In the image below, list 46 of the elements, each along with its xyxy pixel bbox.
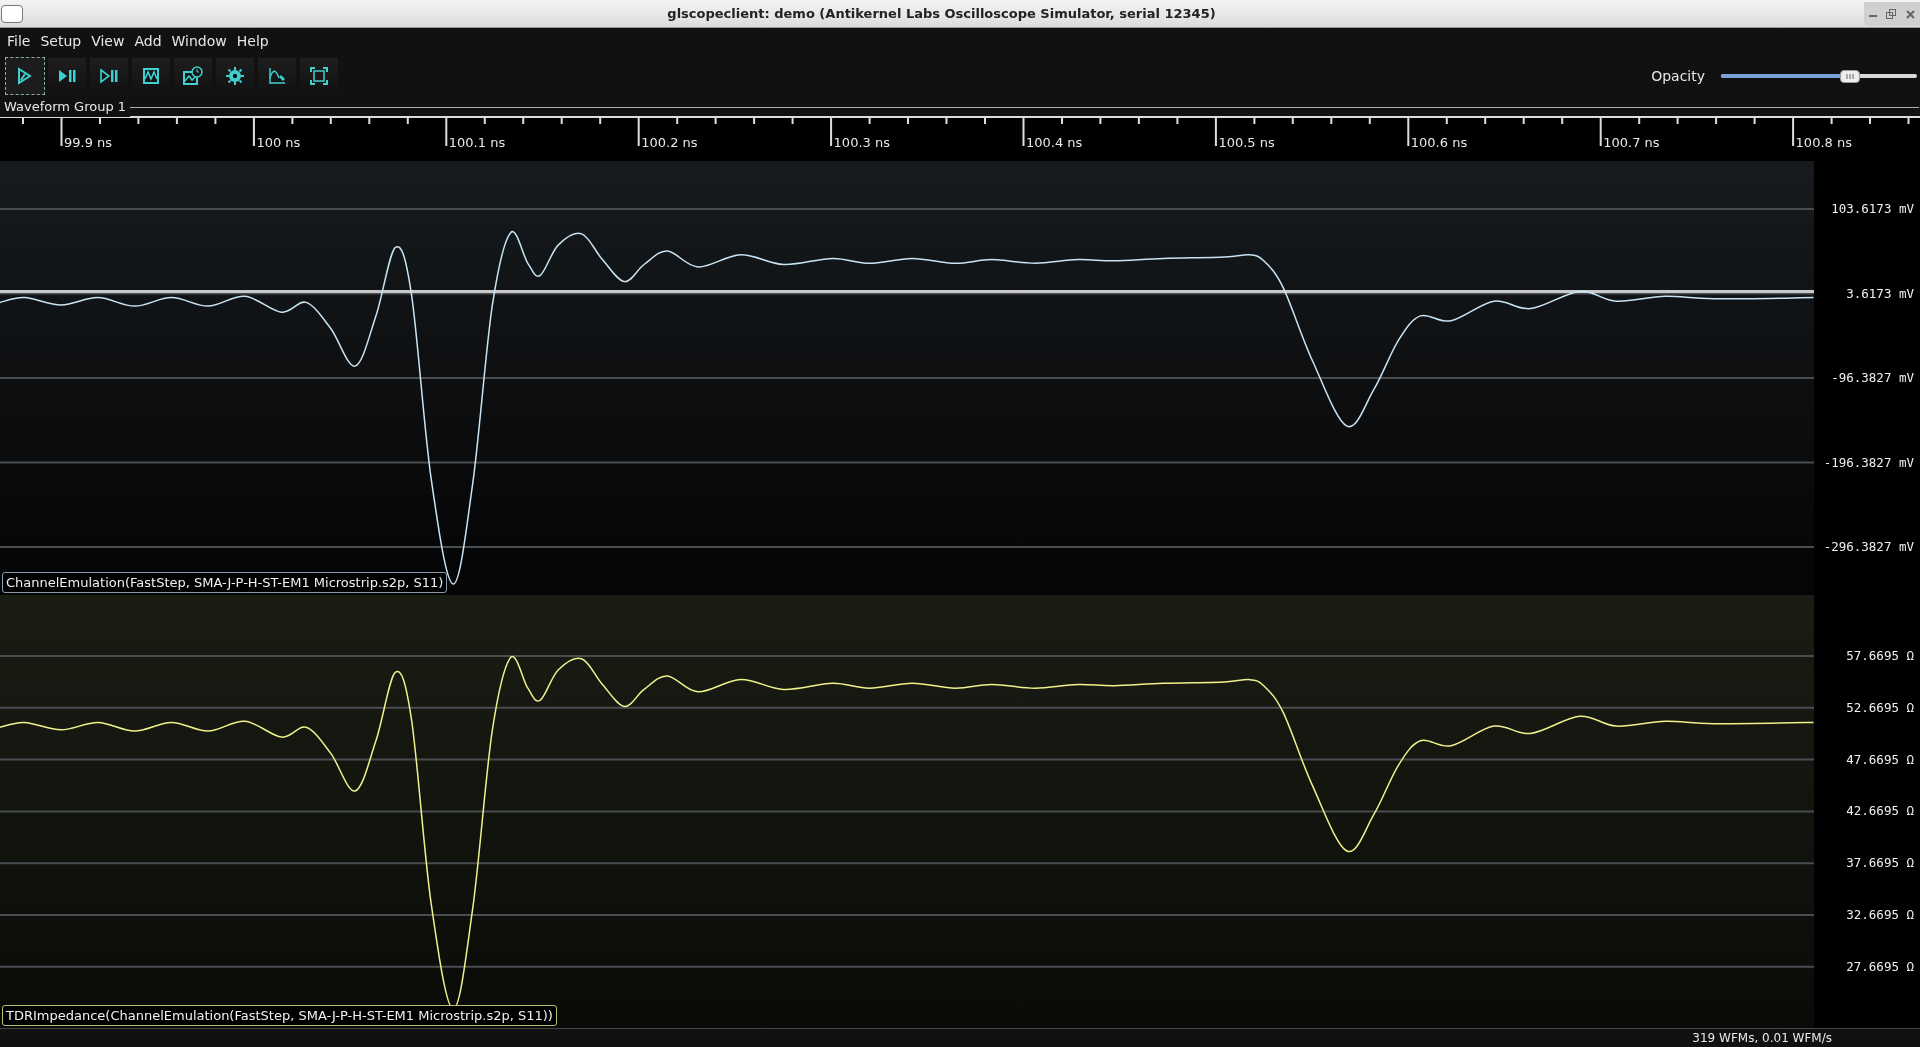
axis-label: -96.3827 mV	[1831, 370, 1914, 386]
window-icon	[1, 4, 23, 23]
time-label: 100.4 ns	[1026, 134, 1083, 152]
status-text: 319 WFMs, 0.01 WFM/s	[1692, 1030, 1832, 1047]
window-title: glscopeclient: demo (Antikernel Labs Oscilloscope Simulator, serial 12345)	[667, 4, 1216, 23]
trace-label[interactable]: TDRImpedance(ChannelEmulation(FastStep, SMA-J-P-H-ST-EM1 Microstrip.s2p, S11))	[2, 1005, 557, 1026]
time-label: 100.5 ns	[1218, 134, 1275, 152]
menu-item[interactable]: View	[86, 30, 130, 52]
time-label: 99.9 ns	[64, 134, 113, 152]
axis-label: 3.6173 mV	[1846, 285, 1914, 302]
axis-label: 42.6695 Ω	[1846, 803, 1914, 820]
play-pause-icon	[99, 66, 119, 86]
time-label: 100 ns	[256, 134, 301, 152]
time-label: 100.3 ns	[833, 134, 890, 152]
time-label: 100.8 ns	[1795, 134, 1852, 152]
time-label: 100.2 ns	[641, 134, 698, 152]
opacity-label: Opacity	[1651, 66, 1705, 86]
menu-item[interactable]: Add	[129, 30, 167, 52]
restore-icon[interactable]	[1886, 9, 1897, 19]
time-label: 100.1 ns	[448, 134, 506, 152]
axis-label: 27.6695 Ω	[1846, 958, 1914, 975]
axis-label: -196.3827 mV	[1823, 454, 1914, 471]
waveform-clock-icon	[183, 66, 203, 86]
window-controls[interactable]	[1864, 2, 1920, 26]
chart-pen-icon	[267, 66, 287, 86]
axis-label: 57.6695 Ω	[1846, 648, 1914, 664]
menu-item[interactable]: Window	[166, 30, 232, 52]
axis-label: 47.6695 Ω	[1846, 751, 1914, 768]
time-label: 100.7 ns	[1603, 134, 1660, 152]
frame-corners-icon	[309, 66, 329, 86]
close-icon[interactable]	[1906, 9, 1916, 19]
waveform-icon	[141, 66, 161, 86]
gear-icon	[225, 66, 245, 86]
axis-label: 103.6173 mV	[1831, 201, 1914, 217]
menu-item[interactable]: Help	[231, 30, 274, 52]
axis-label: 52.6695 Ω	[1846, 699, 1914, 716]
toolbar-button[interactable]	[5, 57, 45, 95]
menu-item[interactable]: File	[2, 30, 36, 52]
menu-item[interactable]: Setup	[35, 30, 87, 52]
axis-label: 37.6695 Ω	[1846, 855, 1914, 872]
trace-label[interactable]: ChannelEmulation(FastStep, SMA-J-P-H-ST-EM1 Microstrip.s2p, S11)	[2, 572, 448, 593]
axis-label: 32.6695 Ω	[1846, 907, 1914, 923]
opacity-slider[interactable]	[1721, 69, 1917, 83]
slider-thumb[interactable]	[1840, 69, 1861, 83]
time-label: 100.6 ns	[1410, 134, 1468, 152]
axis-label: -296.3827 mV	[1823, 539, 1914, 555]
